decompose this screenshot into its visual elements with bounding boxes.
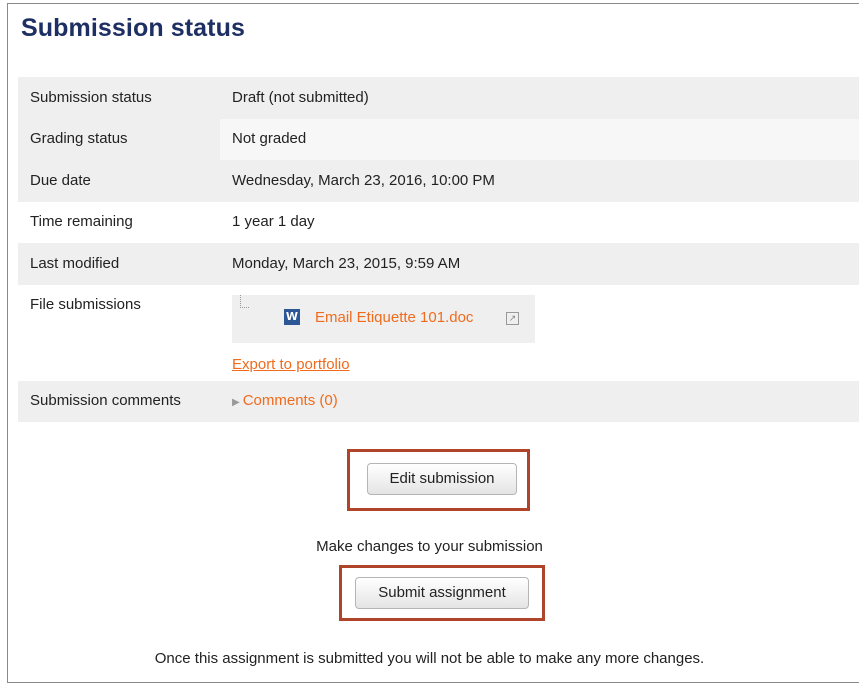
- submission-status-table: Submission status Draft (not submitted) …: [18, 77, 859, 422]
- row-label: Last modified: [30, 255, 120, 272]
- edit-submission-button[interactable]: Edit submission: [367, 463, 517, 495]
- page-title: Submission status: [21, 14, 245, 42]
- tree-connector: [240, 295, 249, 308]
- row-label: File submissions: [30, 296, 141, 313]
- row-label: Submission comments: [30, 392, 181, 409]
- comments-toggle[interactable]: ▶ Comments (0): [232, 392, 338, 409]
- table-row-submission-status: Submission status Draft (not submitted): [18, 77, 859, 119]
- row-label: Submission status: [30, 89, 152, 106]
- table-row-due-date: Due date Wednesday, March 23, 2016, 10:0…: [18, 160, 859, 202]
- word-document-icon: W: [284, 309, 300, 325]
- row-value: 1 year 1 day: [232, 213, 315, 230]
- row-label: Grading status: [30, 130, 128, 147]
- submit-help-text: Once this assignment is submitted you wi…: [154, 650, 705, 667]
- row-label: Time remaining: [30, 213, 133, 230]
- portfolio-export-icon[interactable]: ↗: [506, 312, 519, 325]
- file-link[interactable]: Email Etiquette 101.doc: [315, 309, 473, 326]
- row-value: Not graded: [232, 130, 307, 147]
- row-value: Draft (not submitted): [232, 89, 369, 106]
- row-label: Due date: [30, 172, 91, 189]
- edit-help-text: Make changes to your submission: [316, 538, 543, 555]
- expand-triangle-icon: ▶: [232, 397, 240, 408]
- table-row-submission-comments: Submission comments ▶ Comments (0): [18, 381, 859, 422]
- table-row-file-submissions: File submissions W Email Etiquette 101.d…: [18, 285, 859, 381]
- row-value: Monday, March 23, 2015, 9:59 AM: [232, 255, 461, 272]
- export-to-portfolio-link[interactable]: Export to portfolio: [232, 356, 350, 373]
- table-row-time-remaining: Time remaining 1 year 1 day: [18, 202, 859, 243]
- submit-assignment-button[interactable]: Submit assignment: [355, 577, 529, 609]
- row-value: Wednesday, March 23, 2016, 10:00 PM: [232, 172, 495, 189]
- table-row-last-modified: Last modified Monday, March 23, 2015, 9:…: [18, 243, 859, 285]
- file-tree: W Email Etiquette 101.doc ↗: [232, 295, 535, 343]
- comments-link[interactable]: Comments (0): [243, 392, 338, 409]
- grading-value-cell: [220, 119, 859, 160]
- table-row-grading-status: Grading status Not graded: [18, 119, 859, 160]
